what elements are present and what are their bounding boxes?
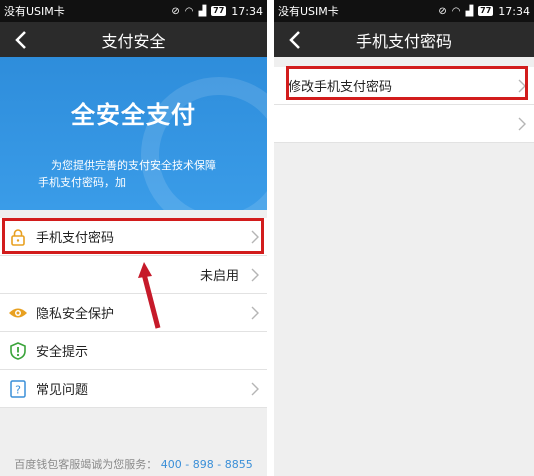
signal-icon: ▟ bbox=[198, 5, 207, 17]
carrier-label: 没有USIM卡 bbox=[4, 5, 65, 18]
mute-icon: ⊘ bbox=[438, 5, 447, 17]
wifi-icon: ◠ bbox=[184, 5, 194, 17]
chevron-right-icon bbox=[251, 382, 259, 396]
back-icon[interactable] bbox=[284, 28, 308, 52]
chevron-right-icon bbox=[251, 306, 259, 320]
row-unenabled[interactable]: 未启用 bbox=[0, 256, 267, 294]
right-screen: 没有USIM卡 ⊘ ◠ ▟ 77 17:34 手机支付密码 修改手机支付密码 bbox=[274, 0, 534, 476]
chevron-right-icon bbox=[518, 117, 526, 131]
row-privacy-protection[interactable]: 隐私安全保护 bbox=[0, 294, 267, 332]
row-security-tips[interactable]: 安全提示 bbox=[0, 332, 267, 370]
pointer-arrow bbox=[138, 262, 161, 329]
eye-icon bbox=[8, 303, 28, 323]
status-bar: 没有USIM卡 ⊘ ◠ ▟ 77 17:34 bbox=[0, 0, 267, 22]
status-bar: 没有USIM卡 ⊘ ◠ ▟ 77 17:34 bbox=[274, 0, 534, 22]
highlight-box bbox=[2, 218, 264, 254]
row-label: 安全提示 bbox=[36, 345, 89, 360]
security-banner: 全安全支付 为您提供完善的支付安全技术保障 手机支付密码，加 bbox=[0, 57, 267, 210]
back-icon[interactable] bbox=[10, 28, 34, 52]
page-title: 手机支付密码 bbox=[355, 31, 452, 51]
footer-text: 百度钱包客服竭诚为您服务： bbox=[14, 458, 158, 471]
svg-text:?: ? bbox=[15, 383, 21, 396]
customer-service-footer: 百度钱包客服竭诚为您服务： 400 - 898 - 8855 bbox=[0, 456, 267, 472]
clock: 17:34 bbox=[231, 4, 263, 18]
row-second-option[interactable] bbox=[274, 105, 534, 143]
highlight-box bbox=[286, 66, 528, 100]
title-bar: 支付安全 bbox=[0, 22, 267, 57]
shield-icon bbox=[8, 341, 28, 361]
carrier-label: 没有USIM卡 bbox=[278, 5, 339, 18]
row-label: 常见问题 bbox=[36, 383, 89, 398]
banner-line-2: 手机支付密码，加 bbox=[38, 176, 126, 189]
banner-headline: 全安全支付 bbox=[71, 101, 196, 129]
battery-icon: 77 bbox=[478, 6, 494, 16]
question-icon: ? bbox=[8, 379, 28, 399]
row-status-value: 未启用 bbox=[199, 269, 239, 284]
wifi-icon: ◠ bbox=[451, 5, 461, 17]
page-title: 支付安全 bbox=[101, 31, 166, 51]
title-bar: 手机支付密码 bbox=[274, 22, 534, 57]
service-phone-link[interactable]: 400 - 898 - 8855 bbox=[161, 458, 253, 471]
signal-icon: ▟ bbox=[465, 5, 474, 17]
row-label: 隐私安全保护 bbox=[36, 307, 115, 322]
chevron-right-icon bbox=[251, 268, 259, 282]
banner-line-1: 为您提供完善的支付安全技术保障 bbox=[51, 159, 216, 172]
left-screen: 没有USIM卡 ⊘ ◠ ▟ 77 17:34 支付安全 全安全支付 为您提供完善… bbox=[0, 0, 267, 476]
row-faq[interactable]: ? 常见问题 bbox=[0, 370, 267, 408]
battery-icon: 77 bbox=[211, 6, 227, 16]
mute-icon: ⊘ bbox=[171, 5, 180, 17]
clock: 17:34 bbox=[498, 4, 530, 18]
